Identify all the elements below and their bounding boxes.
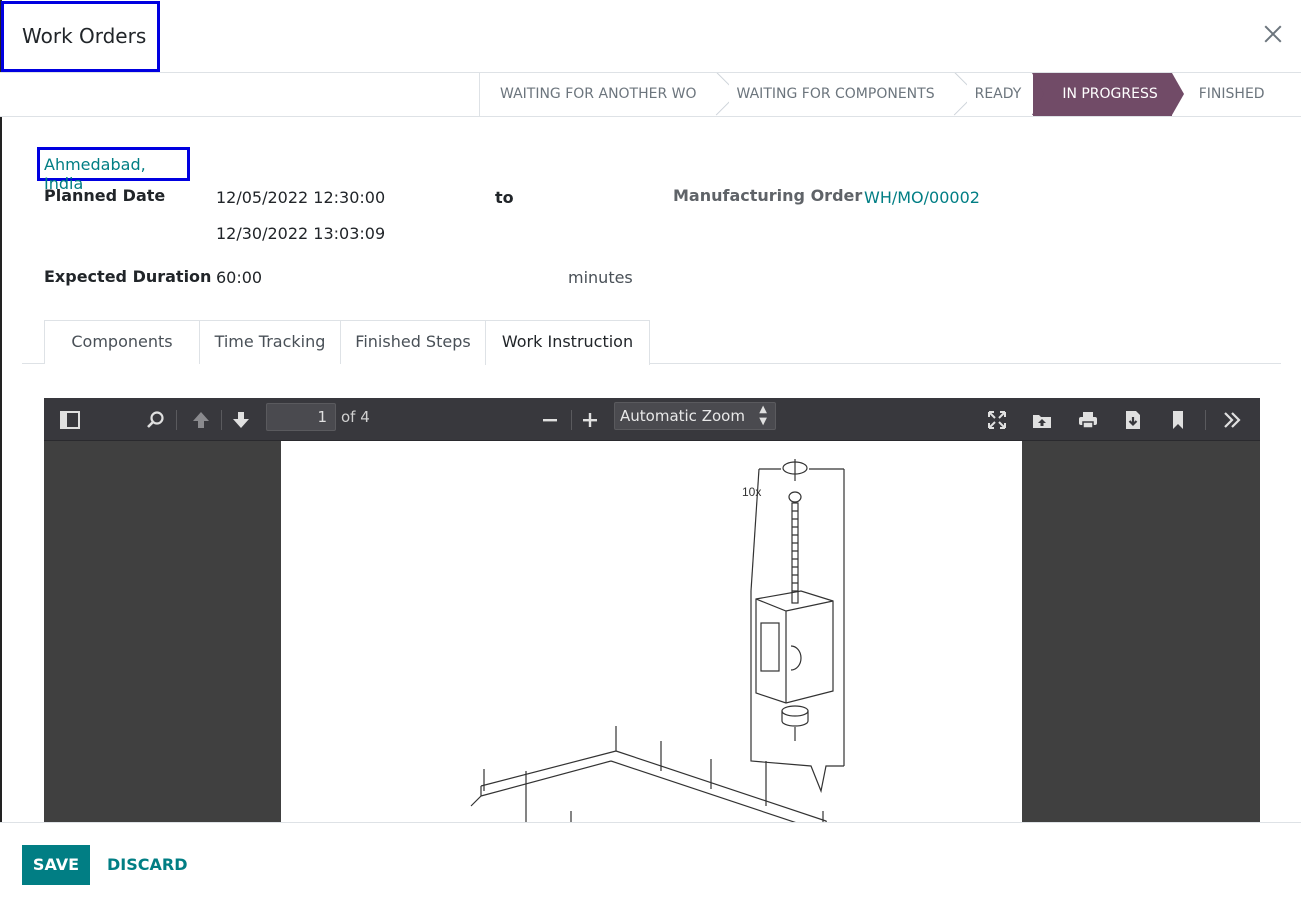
toolbar-divider <box>571 410 572 430</box>
stage-list: WAITING FOR ANOTHER WO WAITING FOR COMPO… <box>479 73 1285 116</box>
background-edge <box>0 0 2 905</box>
zoom-out-icon[interactable] <box>538 408 562 432</box>
stage-waiting-another-wo[interactable]: WAITING FOR ANOTHER WO <box>480 73 723 116</box>
page-number-input[interactable]: 1 <box>266 403 336 431</box>
toolbar-divider <box>1205 410 1206 430</box>
planned-date-end-field[interactable]: 12/30/2022 13:03:09 <box>216 224 385 243</box>
notebook-tabs: Components Time Tracking Finished Steps … <box>22 320 1281 365</box>
pdf-viewer: 1 of 4 Automatic Zoom ▲ ▼ 10x <box>44 398 1260 822</box>
toolbar-divider <box>221 410 222 430</box>
stage-label: WAITING FOR ANOTHER WO <box>500 86 697 102</box>
tab-time-tracking[interactable]: Time Tracking <box>199 320 341 364</box>
print-icon[interactable] <box>1076 408 1100 432</box>
sidebar-toggle-icon[interactable] <box>58 408 82 432</box>
search-icon[interactable] <box>144 408 168 432</box>
stage-label: FINISHED <box>1198 86 1265 102</box>
expected-duration-label: Expected Duration <box>44 267 212 286</box>
zoom-select[interactable]: Automatic Zoom ▲ ▼ <box>614 402 776 430</box>
tab-finished-steps[interactable]: Finished Steps <box>340 320 486 364</box>
bookmark-icon[interactable] <box>1166 408 1190 432</box>
zoom-select-value: Automatic Zoom <box>620 407 745 425</box>
tab-work-instruction[interactable]: Work Instruction <box>485 320 650 365</box>
tools-menu-icon[interactable] <box>1220 408 1244 432</box>
stage-separator <box>953 73 967 116</box>
pdf-page: 10x <box>281 441 1022 822</box>
stage-in-progress[interactable]: IN PROGRESS <box>1032 73 1184 116</box>
pdf-toolbar: 1 of 4 Automatic Zoom ▲ ▼ <box>44 398 1260 441</box>
status-bar: WAITING FOR ANOTHER WO WAITING FOR COMPO… <box>0 73 1301 117</box>
save-button[interactable]: SAVE <box>22 845 90 885</box>
workcenter-location-highlight: Ahmedabad, India <box>37 147 190 193</box>
duration-unit-label: minutes <box>568 268 633 287</box>
expected-duration-field[interactable]: 60:00 <box>216 268 262 287</box>
manufacturing-order-link[interactable]: WH/MO/00002 <box>864 188 980 207</box>
zoom-in-icon[interactable] <box>578 408 602 432</box>
open-file-icon[interactable] <box>1030 408 1054 432</box>
stage-finished[interactable]: FINISHED <box>1172 73 1285 116</box>
stage-label: WAITING FOR COMPONENTS <box>736 86 935 102</box>
tab-components[interactable]: Components <box>44 320 200 364</box>
assembly-drawing: 10x <box>470 459 845 822</box>
page-count: of 4 <box>341 408 370 426</box>
manufacturing-order-label: Manufacturing Order <box>673 186 863 205</box>
planned-date-to-label: to <box>495 188 514 207</box>
drawing-quantity-label: 10x <box>742 485 761 499</box>
download-icon[interactable] <box>1121 408 1145 432</box>
stage-tail <box>1032 73 1045 115</box>
planned-date-label: Planned Date <box>44 186 166 205</box>
planned-date-start-field[interactable]: 12/05/2022 12:30:00 <box>216 188 385 207</box>
stage-waiting-components[interactable]: WAITING FOR COMPONENTS <box>723 73 961 116</box>
stage-arrow <box>1171 73 1184 115</box>
stage-label: IN PROGRESS <box>1062 86 1158 102</box>
previous-page-icon[interactable] <box>189 408 213 432</box>
select-caret-icon: ▲ ▼ <box>759 404 767 427</box>
dialog-header: Work Orders <box>0 0 1301 73</box>
next-page-icon[interactable] <box>229 408 253 432</box>
close-icon[interactable] <box>1261 22 1285 46</box>
dialog-title: Work Orders <box>22 24 147 48</box>
discard-button[interactable]: DISCARD <box>107 845 187 885</box>
presentation-mode-icon[interactable] <box>985 408 1009 432</box>
stage-ready[interactable]: READY <box>961 73 1034 116</box>
dialog-footer: SAVE DISCARD <box>0 822 1301 905</box>
stage-label: READY <box>974 86 1022 102</box>
toolbar-divider <box>176 410 177 430</box>
stage-separator <box>715 73 729 116</box>
